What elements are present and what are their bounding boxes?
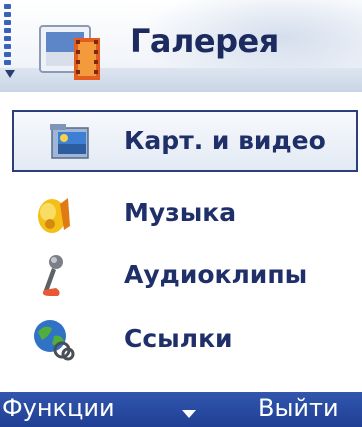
gallery-menu-list: Карт. и видео Музыка Аудиоклипы Ссылки bbox=[0, 92, 362, 392]
list-item-images-video[interactable]: Карт. и видео bbox=[12, 110, 358, 172]
scroll-down-arrow-icon bbox=[5, 70, 15, 78]
list-item-audio-clips[interactable]: Аудиоклипы bbox=[0, 242, 362, 308]
list-item-label: Карт. и видео bbox=[124, 126, 326, 155]
globe-link-icon bbox=[34, 320, 75, 361]
options-softkey[interactable]: Функции bbox=[2, 394, 115, 422]
list-item-label: Ссылки bbox=[124, 324, 233, 353]
page-title: Галерея bbox=[130, 22, 279, 60]
signal-strength-indicator bbox=[4, 4, 16, 92]
exit-softkey[interactable]: Выйти bbox=[258, 394, 339, 422]
title-bar: Галерея bbox=[0, 0, 362, 92]
microphone-icon bbox=[42, 255, 63, 296]
softkey-bar: Функции Выйти bbox=[0, 392, 362, 427]
gallery-screen: Галерея Карт. и видео Музыка Аудиоклипы … bbox=[0, 0, 362, 427]
options-dropdown-arrow-icon[interactable] bbox=[182, 410, 196, 418]
list-item-label: Музыка bbox=[124, 198, 237, 227]
images-video-folder-icon bbox=[50, 124, 89, 159]
list-item-music[interactable]: Музыка bbox=[0, 180, 362, 246]
gallery-film-icon bbox=[39, 25, 100, 80]
music-folder-icon bbox=[38, 198, 70, 233]
list-item-links[interactable]: Ссылки bbox=[0, 306, 362, 372]
list-item-label: Аудиоклипы bbox=[124, 260, 308, 289]
